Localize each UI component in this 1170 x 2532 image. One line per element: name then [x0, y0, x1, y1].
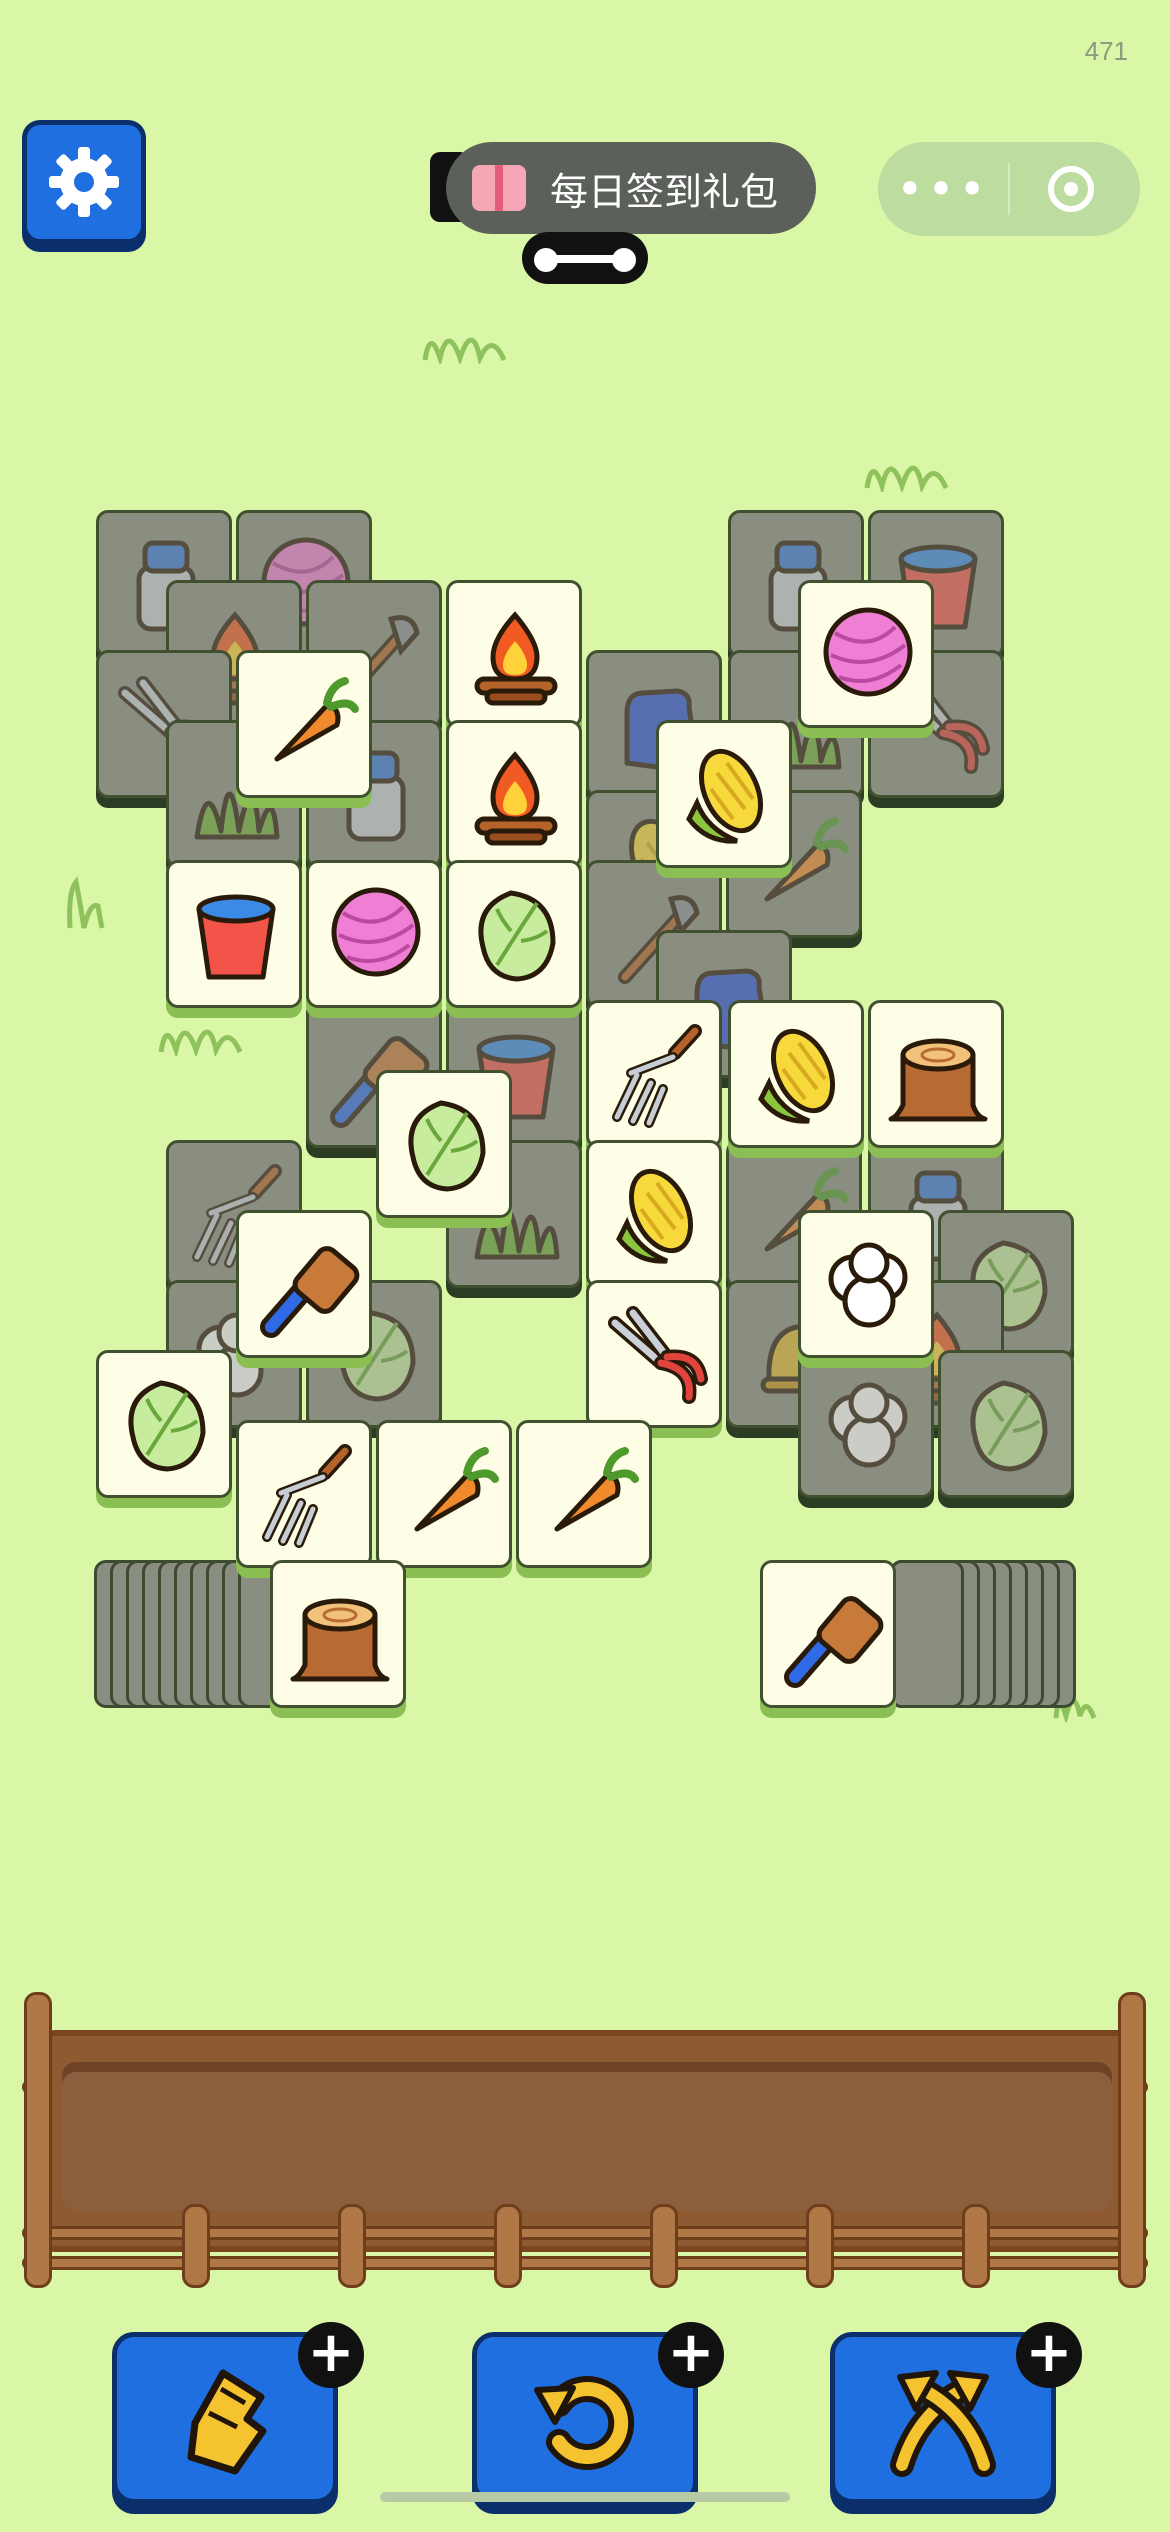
- tile-yarn[interactable]: [798, 580, 934, 728]
- tile-stump[interactable]: [868, 1000, 1004, 1148]
- carrot-icon: [414, 1447, 499, 1532]
- cabbage-icon: [478, 890, 556, 982]
- tile-cabbage[interactable]: [96, 1350, 232, 1498]
- fence-post: [650, 2204, 678, 2288]
- tile-brush[interactable]: [760, 1560, 896, 1708]
- fence-post: [494, 2204, 522, 2288]
- fence-post: [806, 2204, 834, 2288]
- tile-cotton: [798, 1350, 934, 1498]
- tile-corn[interactable]: [586, 1140, 722, 1288]
- tile-board: [0, 0, 1170, 1720]
- home-indicator: [380, 2492, 790, 2502]
- add-powerup-button[interactable]: +: [298, 2322, 364, 2388]
- corn-icon: [686, 748, 764, 844]
- bucket-icon: [196, 894, 276, 980]
- yarn-icon: [331, 887, 421, 977]
- shears-icon: [608, 1306, 708, 1404]
- add-powerup-button[interactable]: +: [1016, 2322, 1082, 2388]
- slot-area: [62, 2062, 1112, 2210]
- add-powerup-button[interactable]: +: [658, 2322, 724, 2388]
- corn-icon: [616, 1168, 694, 1264]
- fork-icon: [612, 1024, 702, 1128]
- tile-carrot[interactable]: [376, 1420, 512, 1568]
- fence-post: [962, 2204, 990, 2288]
- tile-cabbage[interactable]: [376, 1070, 512, 1218]
- tile-stump[interactable]: [270, 1560, 406, 1708]
- tile-carrot[interactable]: [516, 1420, 652, 1568]
- tile-bucket[interactable]: [166, 860, 302, 1008]
- carrot-icon: [274, 677, 359, 762]
- fork-icon: [262, 1444, 352, 1548]
- tile-fork[interactable]: [236, 1420, 372, 1568]
- campfire-icon: [474, 751, 558, 846]
- fence-post: [182, 2204, 210, 2288]
- tile-campfire[interactable]: [446, 580, 582, 728]
- fence-post: [338, 2204, 366, 2288]
- tile-carrot[interactable]: [236, 650, 372, 798]
- campfire-icon: [474, 611, 558, 706]
- cotton-icon: [828, 1242, 908, 1328]
- tile-yarn[interactable]: [306, 860, 442, 1008]
- fence-post: [24, 1992, 52, 2288]
- tile-cotton[interactable]: [798, 1210, 934, 1358]
- yarn-icon: [823, 607, 913, 697]
- shuffle-arrows-icon: [890, 2370, 996, 2477]
- tile-brush[interactable]: [236, 1210, 372, 1358]
- stump-icon: [290, 1598, 390, 1682]
- tile-shears[interactable]: [586, 1280, 722, 1428]
- brush-icon: [260, 1246, 360, 1338]
- gold-hand-icon: [187, 2369, 267, 2475]
- tile-corn[interactable]: [656, 720, 792, 868]
- tile-fork[interactable]: [586, 1000, 722, 1148]
- tile-campfire[interactable]: [446, 720, 582, 868]
- cabbage-icon: [128, 1380, 206, 1472]
- cotton-icon: [828, 1382, 908, 1468]
- tile-cabbage: [938, 1350, 1074, 1498]
- carrot-icon: [554, 1447, 639, 1532]
- tile-cabbage[interactable]: [446, 860, 582, 1008]
- tile-corn[interactable]: [728, 1000, 864, 1148]
- corn-icon: [758, 1028, 836, 1124]
- cabbage-icon: [970, 1380, 1048, 1472]
- cabbage-icon: [408, 1100, 486, 1192]
- fence-post: [1118, 1992, 1146, 2288]
- stump-icon: [888, 1038, 988, 1122]
- undo-arrow-icon: [534, 2376, 635, 2470]
- brush-icon: [784, 1596, 884, 1688]
